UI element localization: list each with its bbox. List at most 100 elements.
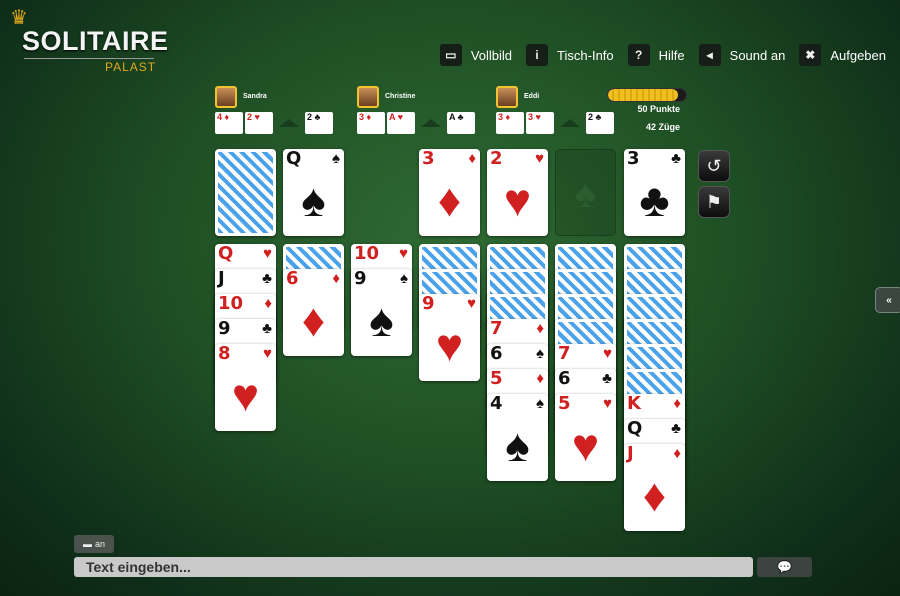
chat-input[interactable] xyxy=(74,557,753,577)
card-suit-icon: ♦ xyxy=(468,150,476,167)
card-suit-icon: ♣ xyxy=(671,420,681,437)
card-suit-icon: ♣ xyxy=(262,320,272,337)
avatar[interactable] xyxy=(215,86,237,108)
card-rank: 10 xyxy=(218,294,244,314)
card-rank: 6 xyxy=(286,269,299,289)
flag-button[interactable]: ⚑ xyxy=(698,186,730,218)
card-suit-large-icon: ♦ xyxy=(301,294,326,346)
tableau-card[interactable]: 9 ♥ ♥ xyxy=(419,294,480,381)
waste-pile[interactable]: Q ♠ ♠ xyxy=(283,149,344,236)
foundation-pile[interactable]: 3 ♦ ♦ xyxy=(419,149,480,236)
card-rank: 4 xyxy=(490,394,503,414)
card-suit-icon: ♠ xyxy=(536,395,544,412)
avatar[interactable] xyxy=(357,86,379,108)
card-rank: 5 xyxy=(558,394,571,414)
tableau-card[interactable]: 6 ♦ ♦ xyxy=(283,269,344,356)
card-suit-large-icon: ♣ xyxy=(639,174,670,226)
card-suit-icon: ♠ xyxy=(400,270,408,287)
card-rank: 6 xyxy=(558,369,571,389)
card-rank: 6 xyxy=(490,344,503,364)
menu-item-label: Tisch-Info xyxy=(557,47,614,63)
card-suit-icon: ♣ xyxy=(671,150,681,167)
logo: ♛ SOLITAIRE PALAST xyxy=(10,7,170,74)
empty-pile-marker xyxy=(421,119,441,127)
foundation-empty-slot[interactable]: ♠ xyxy=(555,149,616,236)
spade-icon: ♠ xyxy=(574,172,597,216)
chat-bubble-icon: 💬 xyxy=(777,560,792,574)
chat-send-button[interactable]: 💬 xyxy=(757,557,812,577)
chat-toggle[interactable]: ▬ an xyxy=(74,535,114,553)
card-suit-icon: ♥ xyxy=(603,345,612,362)
card-suit-icon: ♥ xyxy=(603,395,612,412)
top-menu: ▭ Vollbild i Tisch-Info ? Hilfe ◂ Sound an ✖ Aufg… xyxy=(439,44,886,66)
card-rank: 2 xyxy=(490,149,503,169)
card-suit-icon: ♥ xyxy=(263,345,272,362)
tableau-card[interactable]: 4 ♠ ♠ xyxy=(487,394,548,481)
menu-item-vollbild[interactable]: ▭ Vollbild xyxy=(439,44,513,66)
crown-icon: ♛ xyxy=(10,7,28,29)
card-suit-large-icon: ♠ xyxy=(505,419,530,471)
card-suit-large-icon: ♦ xyxy=(642,469,667,521)
player-panel: Eddi 3 ♦ 3 ♥ 2 ♣ xyxy=(496,86,614,136)
foundation-pile[interactable]: 2 ♥ ♥ xyxy=(487,149,548,236)
close-icon: ✖ xyxy=(799,44,822,66)
card-rank: 7 xyxy=(490,319,503,339)
help-icon: ? xyxy=(627,44,650,66)
monitor-icon: ▭ xyxy=(439,44,462,66)
undo-button[interactable]: ↺ xyxy=(698,150,730,182)
chat-toggle-label: an xyxy=(94,539,105,549)
card-rank: 9 xyxy=(218,319,231,339)
chat-icon: ▬ xyxy=(82,539,92,549)
mini-card: 3 ♦ xyxy=(496,112,524,134)
menu-item-aufgeben[interactable]: ✖ Aufgeben xyxy=(799,44,886,66)
menu-item-sound-an[interactable]: ◂ Sound an xyxy=(698,44,786,66)
progress-bar xyxy=(607,88,687,102)
card-suit-icon: ♦ xyxy=(332,270,340,287)
logo-title: SOLITAIRE xyxy=(22,26,169,56)
card-suit-large-icon: ♥ xyxy=(571,419,600,471)
foundation-pile[interactable]: 3 ♣ ♣ xyxy=(624,149,685,236)
flag-icon: ⚑ xyxy=(705,191,723,212)
mini-card: 3 ♦ xyxy=(357,112,385,134)
logo-divider xyxy=(24,58,154,59)
avatar[interactable] xyxy=(496,86,518,108)
card-rank: J xyxy=(218,269,225,289)
menu-item-tisch-info[interactable]: i Tisch-Info xyxy=(526,44,614,66)
player-name: Eddi xyxy=(524,93,540,100)
card-rank: 5 xyxy=(490,369,503,389)
card-suit-large-icon: ♥ xyxy=(503,174,532,226)
card-rank: Q xyxy=(627,419,643,439)
info-icon: i xyxy=(526,44,549,66)
card-suit-icon: ♥ xyxy=(535,150,544,167)
card-rank: 3 xyxy=(627,149,640,169)
player-name: Sandra xyxy=(243,93,267,100)
card-suit-icon: ♦ xyxy=(264,295,272,312)
undo-icon: ↺ xyxy=(706,155,722,176)
mini-card: 2 ♥ xyxy=(245,112,273,134)
menu-item-label: Aufgeben xyxy=(830,47,886,63)
menu-item-label: Vollbild xyxy=(470,47,513,63)
side-panel-toggle[interactable]: « xyxy=(875,287,900,313)
stock-pile[interactable] xyxy=(215,149,276,236)
player-panel: Christine 3 ♦ A ♥ A ♣ xyxy=(357,86,475,136)
card-suit-icon: ♣ xyxy=(602,370,612,387)
points-label: 50 Punkte xyxy=(637,104,680,114)
speaker-icon: ◂ xyxy=(698,44,721,66)
card-rank: 7 xyxy=(558,344,571,364)
tableau-card[interactable]: J ♦ ♦ xyxy=(624,444,685,531)
tableau-card[interactable]: 8 ♥ ♥ xyxy=(215,344,276,431)
tableau-card[interactable]: 9 ♠ ♠ xyxy=(351,269,412,356)
mini-card: 2 ♣ xyxy=(305,112,333,134)
moves-label: 42 Züge xyxy=(645,122,680,132)
card-suit-icon: ♠ xyxy=(536,345,544,362)
card-suit-icon: ♦ xyxy=(673,395,681,412)
mini-card: 2 ♣ xyxy=(586,112,614,134)
menu-item-label: Sound an xyxy=(729,47,786,63)
menu-item-hilfe[interactable]: ? Hilfe xyxy=(627,44,685,66)
card-suit-icon: ♥ xyxy=(467,295,476,312)
card-rank: Q xyxy=(286,149,302,169)
player-name: Christine xyxy=(385,93,416,100)
mini-card: A ♣ xyxy=(447,112,475,134)
card-suit-large-icon: ♠ xyxy=(301,174,326,226)
tableau-card[interactable]: 5 ♥ ♥ xyxy=(555,394,616,481)
